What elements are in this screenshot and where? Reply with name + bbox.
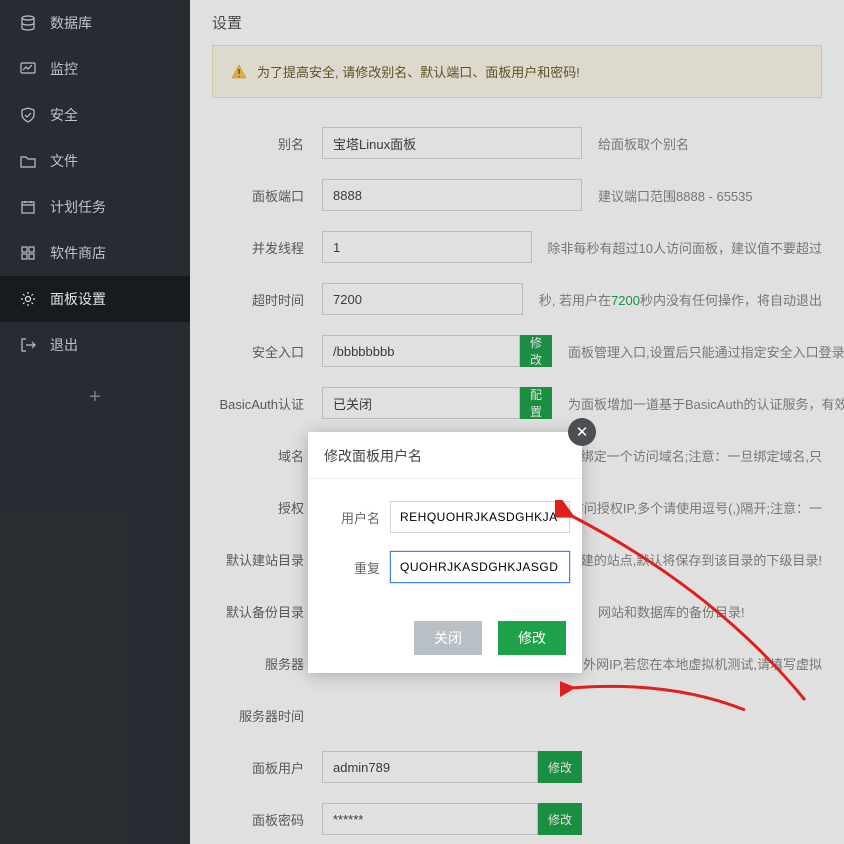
- modal-user-label: 用户名: [320, 508, 380, 527]
- close-icon: ✕: [576, 423, 589, 441]
- modal-repeat-input[interactable]: [390, 551, 570, 583]
- modal-user-input[interactable]: [390, 501, 570, 533]
- modal-title: 修改面板用户名: [308, 432, 582, 479]
- modal-submit-btn[interactable]: 修改: [498, 621, 566, 655]
- modal-repeat-label: 重复: [320, 558, 380, 577]
- modal-close-button[interactable]: ✕: [568, 418, 596, 446]
- modal-edit-username: ✕ 修改面板用户名 用户名 重复 关闭 修改: [308, 432, 582, 673]
- modal-close-btn[interactable]: 关闭: [414, 621, 482, 655]
- modal-overlay: [0, 0, 844, 844]
